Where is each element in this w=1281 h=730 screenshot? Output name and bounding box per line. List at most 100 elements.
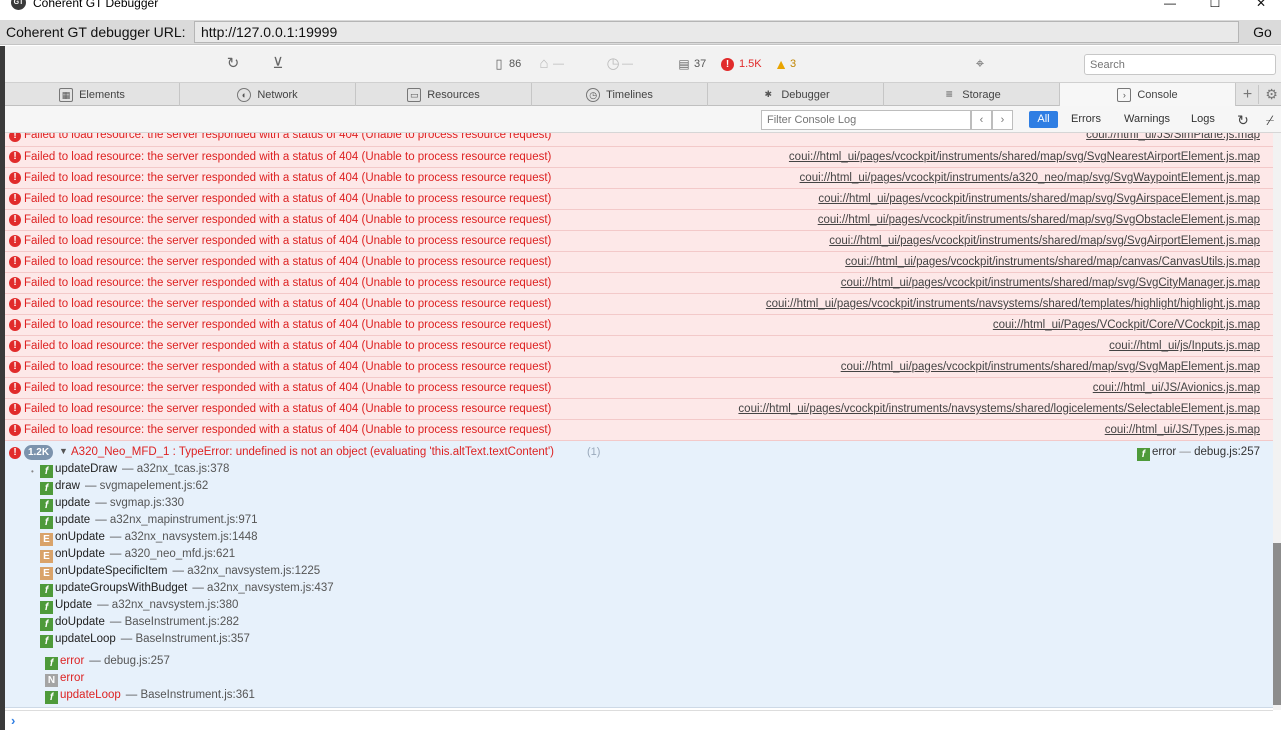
tab-timelines[interactable]: ◷ Timelines <box>532 83 708 106</box>
log-message: Failed to load resource: the server resp… <box>24 277 552 289</box>
search-input[interactable] <box>1084 54 1276 75</box>
log-message: Failed to load resource: the server resp… <box>24 151 552 163</box>
log-source-link[interactable]: coui://html_ui/pages/vcockpit/instrument… <box>766 298 1260 310</box>
chevron-left-icon[interactable]: ‹ <box>971 110 992 130</box>
frame-location[interactable]: — a32nx_navsystem.js:1225 <box>173 565 321 577</box>
frame-location[interactable]: — a32nx_mapinstrument.js:971 <box>95 514 257 526</box>
tab-storage[interactable]: ≡ Storage <box>884 83 1060 106</box>
stack-frame[interactable]: f updateLoop — BaseInstrument.js:357 <box>40 633 250 648</box>
filter-console-input[interactable] <box>761 110 971 130</box>
log-message: Failed to load resource: the server resp… <box>24 403 552 415</box>
log-source-link[interactable]: coui://html_ui/js/Inputs.js.map <box>1109 340 1260 352</box>
tab-label: Elements <box>79 88 125 101</box>
error-icon: ! <box>9 151 21 163</box>
frame-location[interactable]: — a320_neo_mfd.js:621 <box>110 548 235 560</box>
window-title: Coherent GT Debugger <box>33 0 159 10</box>
frame-location[interactable]: — a32nx_tcas.js:378 <box>122 463 229 475</box>
stack-frame[interactable]: f update — svgmap.js:330 <box>40 497 184 512</box>
minimize-button[interactable]: — <box>1160 0 1180 12</box>
stack-frame[interactable]: f error — debug.js:257 <box>45 655 170 670</box>
reload-icon[interactable]: ↻ <box>224 55 242 73</box>
error-source[interactable]: f error — debug.js:257 <box>1136 446 1260 461</box>
frame-location[interactable]: — debug.js:257 <box>89 655 170 667</box>
stack-frame[interactable]: f updateDraw — a32nx_tcas.js:378 <box>40 463 229 478</box>
tab-debugger[interactable]: ✱ Debugger <box>708 83 884 106</box>
clock-icon[interactable]: ◷ <box>604 55 622 73</box>
close-button[interactable]: ✕ <box>1251 0 1271 12</box>
stack-frame[interactable]: f updateLoop — BaseInstrument.js:361 <box>45 689 255 704</box>
stack-frame[interactable]: EonUpdate — a320_neo_mfd.js:621 <box>40 548 235 563</box>
crosshair-icon[interactable]: ⌖ <box>971 55 989 73</box>
log-source-link[interactable]: coui://html_ui/pages/vcockpit/instrument… <box>818 214 1260 226</box>
stack-frame[interactable]: f updateGroupsWithBudget — a32nx_navsystem… <box>40 582 334 597</box>
bell-icon[interactable]: ⌂ <box>535 55 553 73</box>
gear-icon[interactable]: ⚙ <box>1262 85 1281 104</box>
log-message: Failed to load resource: the server resp… <box>24 214 552 226</box>
tab-resources[interactable]: ▭ Resources <box>356 83 532 106</box>
maximize-button[interactable]: ☐ <box>1205 0 1225 12</box>
function-icon: f <box>40 516 53 529</box>
stack-frame[interactable]: EonUpdate — a32nx_navsystem.js:1448 <box>40 531 258 546</box>
clear-log-icon[interactable]: ↻ <box>1234 111 1252 129</box>
error-icon[interactable]: ! <box>721 58 734 71</box>
log-source-link[interactable]: coui://html_ui/pages/vcockpit/instrument… <box>738 403 1260 415</box>
frame-location[interactable]: — BaseInstrument.js:282 <box>110 616 239 628</box>
warning-icon[interactable]: ▲ <box>772 55 790 73</box>
stack-frame[interactable]: Nerror <box>45 672 84 687</box>
log-source-link[interactable]: coui://html_ui/pages/vcockpit/instrument… <box>818 193 1260 205</box>
frame-location[interactable]: — BaseInstrument.js:361 <box>126 689 255 701</box>
frame-location[interactable]: — svgmap.js:330 <box>95 497 184 509</box>
frame-function: doUpdate <box>55 616 105 628</box>
log-source-link[interactable]: coui://html_ui/pages/vcockpit/instrument… <box>841 361 1260 373</box>
log-source-link[interactable]: coui://html_ui/pages/vcockpit/instrument… <box>829 235 1260 247</box>
tab-network[interactable]: ◐ Network <box>180 83 356 106</box>
frame-location[interactable]: — svgmapelement.js:62 <box>85 480 208 492</box>
go-button[interactable]: Go <box>1244 21 1281 43</box>
log-row: ! Failed to load resource: the server res… <box>5 294 1273 315</box>
log-source-link[interactable]: coui://html_ui/pages/vcockpit/instrument… <box>800 172 1260 184</box>
console-log[interactable]: ! Failed to load resource: the server re… <box>5 133 1273 710</box>
log-source-link[interactable]: coui://html_ui/JS/Avionics.js.map <box>1093 382 1260 394</box>
frame-location[interactable]: — a32nx_navsystem.js:437 <box>192 582 333 594</box>
frame-function: updateLoop <box>60 689 121 701</box>
stack-frame[interactable]: f draw — svgmapelement.js:62 <box>40 480 208 495</box>
url-input[interactable] <box>194 21 1239 43</box>
message-icon[interactable]: ▤ <box>675 55 693 73</box>
log-message: Failed to load resource: the server resp… <box>24 382 552 394</box>
preserve-log-icon[interactable]: ⌿ <box>1261 111 1279 129</box>
layout-count: — <box>553 58 564 70</box>
console-prompt[interactable]: › <box>5 710 1273 730</box>
document-icon[interactable]: ▯ <box>490 55 508 73</box>
error-icon: ! <box>9 133 21 142</box>
log-source-link[interactable]: coui://html_ui/JS/Types.js.map <box>1105 424 1260 436</box>
filter-warnings-button[interactable]: Warnings <box>1124 111 1170 128</box>
stack-frame[interactable]: f update — a32nx_mapinstrument.js:971 <box>40 514 258 529</box>
frame-function: updateGroupsWithBudget <box>55 582 188 594</box>
filter-all-button[interactable]: All <box>1029 111 1058 128</box>
chevron-right-icon[interactable]: › <box>992 110 1013 130</box>
stack-frame[interactable]: f Update — a32nx_navsystem.js:380 <box>40 599 238 614</box>
frame-location[interactable]: — a32nx_navsystem.js:1448 <box>110 531 258 543</box>
prompt-chevron-icon: › <box>11 713 16 728</box>
scrollbar-thumb[interactable] <box>1273 543 1281 705</box>
download-icon[interactable]: ⊻ <box>269 55 287 73</box>
add-tab-button[interactable]: + <box>1237 85 1259 104</box>
timelines-icon: ◷ <box>586 87 601 102</box>
frame-location[interactable]: — a32nx_navsystem.js:380 <box>97 599 238 611</box>
frame-location[interactable]: — BaseInstrument.js:357 <box>121 633 250 645</box>
error-icon: ! <box>9 256 21 268</box>
log-row: ! Failed to load resource: the server res… <box>5 273 1273 294</box>
stack-frame[interactable]: EonUpdateSpecificItem — a32nx_navsystem.j… <box>40 565 320 580</box>
filter-logs-button[interactable]: Logs <box>1191 111 1215 128</box>
log-source-link[interactable]: coui://html_ui/JS/SimPlane.js.map <box>1086 133 1260 141</box>
log-source-link[interactable]: coui://html_ui/pages/vcockpit/instrument… <box>789 151 1260 163</box>
url-label: Coherent GT debugger URL: <box>6 24 186 40</box>
disclosure-triangle-icon[interactable]: ▼ <box>59 446 68 456</box>
tab-elements[interactable]: ▦ Elements <box>5 83 180 106</box>
log-source-link[interactable]: coui://html_ui/Pages/VCockpit/Core/VCock… <box>993 319 1260 331</box>
log-source-link[interactable]: coui://html_ui/pages/vcockpit/instrument… <box>845 256 1260 268</box>
stack-frame[interactable]: f doUpdate — BaseInstrument.js:282 <box>40 616 239 631</box>
log-source-link[interactable]: coui://html_ui/pages/vcockpit/instrument… <box>841 277 1260 289</box>
tab-console[interactable]: › Console <box>1060 83 1236 106</box>
filter-errors-button[interactable]: Errors <box>1071 111 1101 128</box>
